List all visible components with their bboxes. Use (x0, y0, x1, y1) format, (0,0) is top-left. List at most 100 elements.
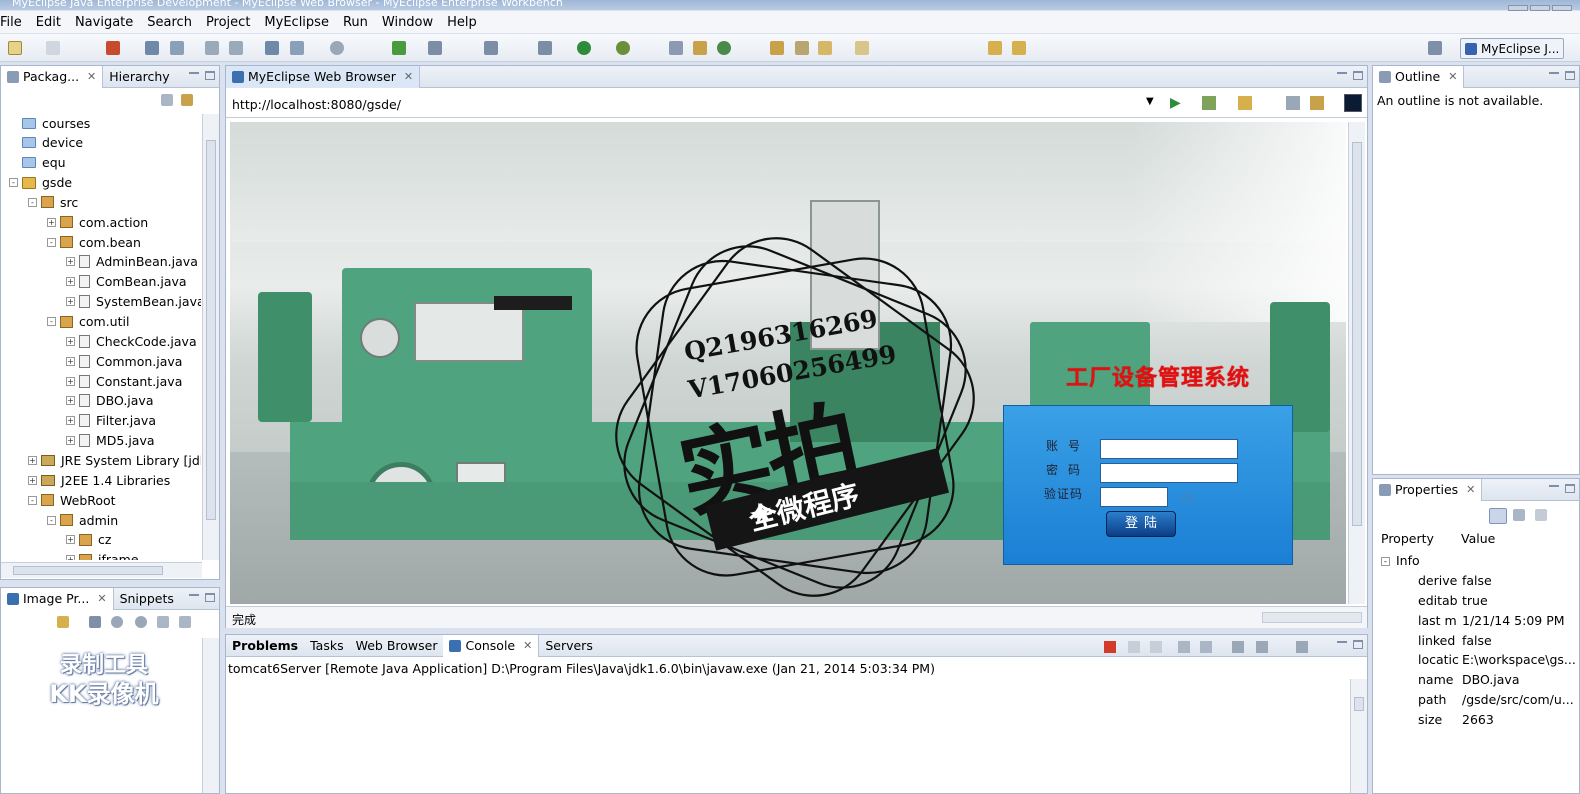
tree-expander-icon[interactable]: + (28, 475, 37, 485)
tree-expander-icon[interactable]: + (66, 436, 75, 446)
tab-snippets[interactable]: Snippets (114, 588, 180, 610)
tree-item[interactable]: + MD5.java (66, 431, 155, 451)
remove-launch-icon[interactable] (1128, 641, 1140, 653)
menu-search[interactable]: Search (141, 15, 200, 30)
edit-icon[interactable] (795, 41, 809, 55)
captcha-image[interactable]: (5) (1180, 492, 1196, 505)
maximize-icon[interactable] (1353, 640, 1363, 649)
clear-console-icon[interactable] (1178, 641, 1190, 653)
property-row[interactable]: derive false (1418, 573, 1492, 593)
captcha-input[interactable] (1100, 487, 1168, 507)
tab-web-browser-view[interactable]: Web Browser (350, 635, 444, 657)
tree-item[interactable]: - admin (47, 510, 118, 530)
tab-console[interactable]: Console ✕ (443, 634, 540, 657)
refresh-icon[interactable] (717, 41, 731, 55)
tree-item[interactable]: - WebRoot (28, 490, 116, 510)
tree-item[interactable]: + Constant.java (66, 371, 182, 391)
refresh-icon[interactable] (57, 616, 69, 628)
tab-servers[interactable]: Servers (539, 635, 599, 657)
back-icon[interactable] (1238, 96, 1252, 110)
tree-expander-icon[interactable]: + (66, 555, 75, 560)
close-icon[interactable]: ✕ (404, 70, 413, 83)
window-icon[interactable] (428, 41, 442, 55)
link-editor-icon[interactable] (181, 94, 193, 106)
database-icon[interactable] (170, 41, 184, 55)
login-button[interactable]: 登陆 (1106, 511, 1176, 537)
menu-project[interactable]: Project (200, 15, 258, 30)
minimize-icon[interactable] (1337, 72, 1347, 74)
minimize-icon[interactable] (189, 594, 199, 596)
tree-item[interactable]: device (9, 133, 83, 153)
tree-item[interactable]: courses (9, 114, 90, 133)
tree-expander-icon[interactable]: - (28, 495, 37, 505)
forward-icon[interactable] (1012, 41, 1026, 55)
tree-item[interactable]: + DBO.java (66, 391, 153, 411)
pin-console-icon[interactable] (1232, 641, 1244, 653)
menu-edit[interactable]: Edit (30, 15, 69, 30)
open-perspective-icon[interactable] (1428, 41, 1442, 55)
tree-item[interactable]: + CheckCode.java (66, 331, 197, 351)
save-icon[interactable] (46, 41, 60, 55)
tree-item[interactable]: + Filter.java (66, 411, 156, 431)
package-tree-hscrollbar[interactable] (1, 562, 202, 578)
menu-navigate[interactable]: Navigate (69, 15, 141, 30)
scroll-thumb[interactable] (1352, 142, 1362, 526)
close-icon[interactable]: ✕ (1466, 483, 1475, 496)
tree-item[interactable]: + AdminBean.java (66, 252, 198, 272)
actual-size-icon[interactable] (157, 616, 169, 628)
menu-file[interactable]: File (0, 15, 30, 30)
run-icon[interactable] (577, 41, 591, 55)
annotation-icon[interactable] (855, 41, 869, 55)
open-console-icon[interactable] (1296, 641, 1308, 653)
open-type-icon[interactable] (484, 41, 498, 55)
tab-hierarchy[interactable]: Hierarchy (103, 66, 175, 88)
tree-item[interactable]: + SystemBean.java (66, 292, 201, 312)
property-column-header[interactable]: Property (1381, 531, 1434, 546)
tree-expander-icon[interactable]: + (47, 217, 56, 227)
browser-mode-icon[interactable] (1344, 94, 1362, 112)
tree-item[interactable]: + com.action (47, 212, 148, 232)
property-row[interactable]: locatic E:\workspace\gs... (1418, 652, 1576, 672)
tree-expander-icon[interactable]: - (47, 237, 56, 247)
tree-expander-icon[interactable]: - (28, 197, 37, 207)
tree-expander-icon[interactable]: - (47, 515, 56, 525)
image-preview-vscrollbar[interactable] (202, 638, 219, 793)
folder-icon[interactable] (770, 41, 784, 55)
tree-expander-icon[interactable]: + (66, 277, 75, 287)
terminate-icon[interactable] (1104, 641, 1116, 653)
browser-vscrollbar[interactable] (1348, 122, 1365, 604)
collapse-icon[interactable]: - (1381, 557, 1390, 566)
property-row[interactable]: name DBO.java (1418, 672, 1519, 692)
minimize-icon[interactable] (1337, 641, 1347, 643)
debug-icon[interactable] (538, 41, 552, 55)
maximize-icon[interactable] (1353, 71, 1363, 80)
scroll-thumb[interactable] (1354, 697, 1364, 711)
bookmark-icon[interactable] (1202, 96, 1216, 110)
zoom-in-icon[interactable] (135, 616, 147, 628)
property-row[interactable]: editab true (1418, 593, 1488, 613)
maximize-icon[interactable] (205, 593, 215, 602)
close-icon[interactable]: ✕ (97, 592, 106, 605)
tree-item[interactable]: - gsde (9, 173, 72, 193)
tree-item[interactable]: + iframe (66, 550, 139, 560)
advanced-icon[interactable] (1513, 509, 1525, 521)
package-tree-vscrollbar[interactable] (202, 114, 219, 560)
menu-run[interactable]: Run (337, 15, 376, 30)
minimize-icon[interactable] (1549, 72, 1559, 74)
restore-default-icon[interactable] (1535, 509, 1547, 521)
refresh-icon[interactable] (1310, 96, 1324, 110)
property-row[interactable]: last m 1/21/14 5:09 PM (1418, 613, 1565, 633)
tree-item[interactable]: - com.bean (47, 232, 141, 252)
tree-expander-icon[interactable]: - (47, 317, 56, 326)
export-icon[interactable] (290, 41, 304, 55)
tab-image-preview[interactable]: Image Pr... ✕ (1, 587, 114, 610)
perspective-switcher[interactable]: MyEclipse J... (1460, 38, 1564, 59)
tab-outline[interactable]: Outline ✕ (1373, 65, 1465, 88)
deploy-icon[interactable] (106, 41, 120, 55)
build-icon[interactable] (265, 41, 279, 55)
tree-item[interactable]: + ComBean.java (66, 272, 187, 292)
tree-expander-icon[interactable]: + (28, 455, 37, 465)
property-group-info[interactable]: - Info (1381, 553, 1420, 573)
wizard2-icon[interactable] (229, 41, 243, 55)
display-console-icon[interactable] (1256, 641, 1268, 653)
